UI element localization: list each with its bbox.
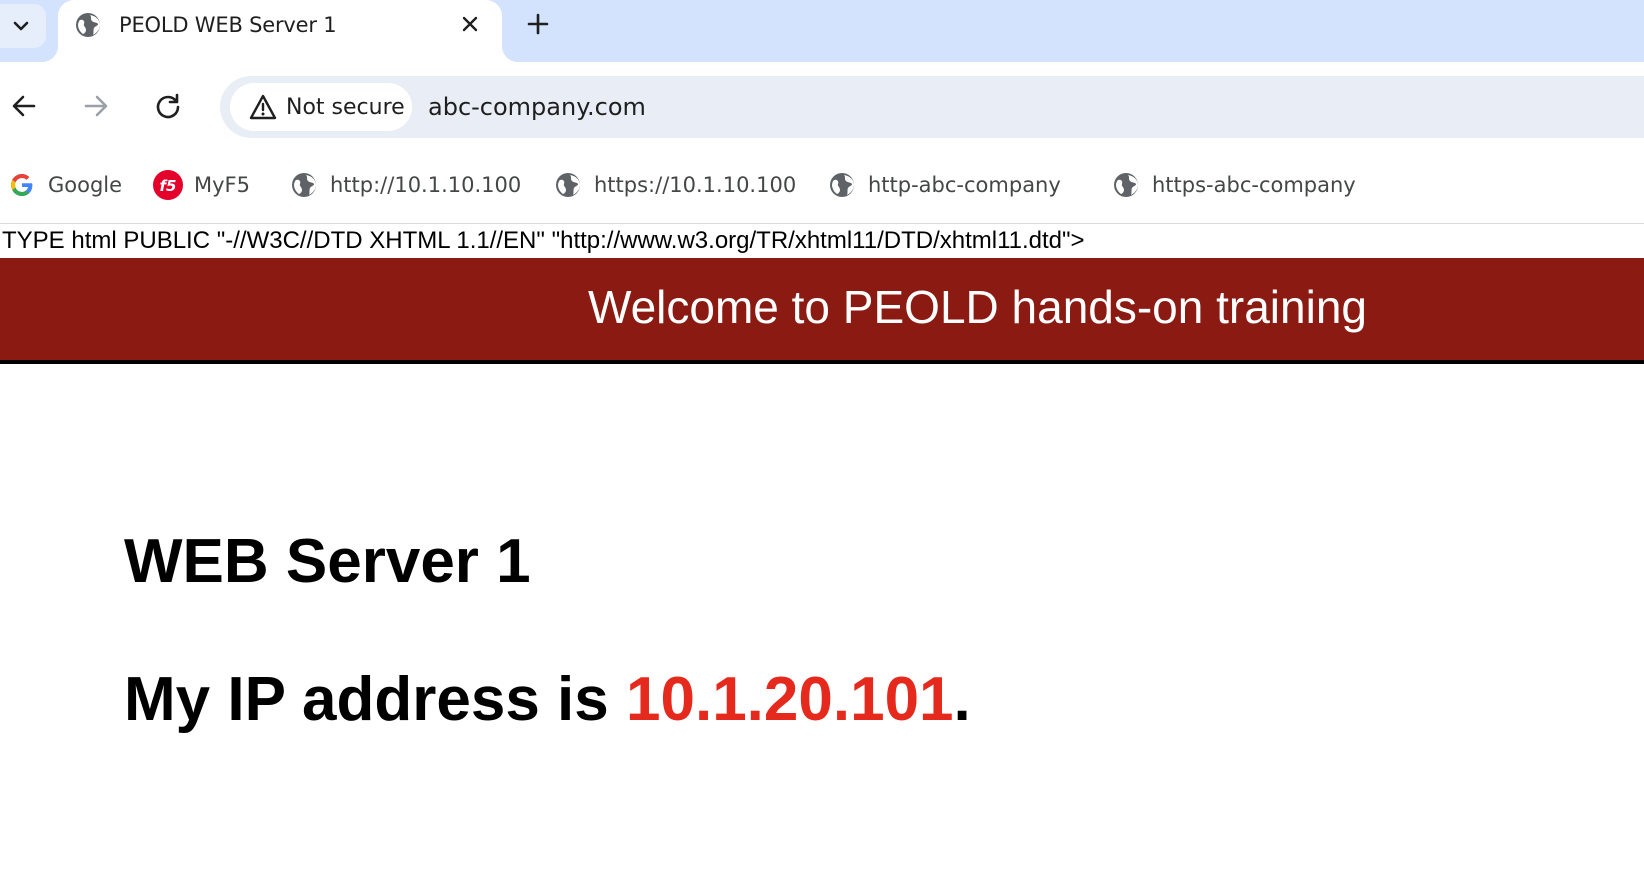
ip-prefix: My IP address is: [124, 665, 626, 734]
back-arrow-icon: [12, 95, 36, 117]
forward-button[interactable]: [76, 86, 116, 126]
bookmark-http-abc-company[interactable]: http-abc-company: [826, 168, 1061, 202]
bookmark-http-ip[interactable]: http://10.1.10.100: [288, 168, 521, 202]
svg-text:f5: f5: [160, 177, 177, 195]
address-bar[interactable]: Not secure abc-company.com: [220, 76, 1644, 138]
bookmark-label: MyF5: [194, 173, 250, 197]
tab-close-button[interactable]: [456, 10, 484, 38]
doctype-text: TYPE html PUBLIC "-//W3C//DTD XHTML 1.1/…: [2, 227, 1085, 254]
globe-icon: [288, 169, 320, 201]
server-name-heading: WEB Server 1: [124, 527, 531, 596]
security-chip-label: Not secure: [286, 94, 405, 120]
globe-icon: [76, 13, 100, 37]
chevron-down-icon: [13, 21, 29, 31]
reload-button[interactable]: [148, 86, 188, 126]
back-button[interactable]: [4, 86, 44, 126]
google-icon: [6, 169, 38, 201]
bookmark-google[interactable]: Google: [6, 168, 122, 202]
url-text[interactable]: abc-company.com: [428, 91, 646, 123]
tab-title: PEOLD WEB Server 1: [119, 13, 337, 37]
bookmark-label: https-abc-company: [1152, 173, 1356, 197]
warning-icon: [248, 92, 278, 122]
forward-arrow-icon: [84, 95, 108, 117]
close-icon: [462, 16, 478, 32]
plus-icon: [527, 13, 549, 35]
globe-icon: [826, 169, 858, 201]
bookmark-https-ip[interactable]: https://10.1.10.100: [552, 168, 796, 202]
bookmark-label: Google: [48, 173, 123, 197]
security-chip[interactable]: Not secure: [230, 83, 412, 131]
banner-text: Welcome to PEOLD hands-on training: [588, 281, 1367, 333]
ip-address-value: 10.1.20.101: [626, 665, 954, 734]
bookmark-https-abc-company[interactable]: https-abc-company: [1110, 168, 1356, 202]
page-viewport: TYPE html PUBLIC "-//W3C//DTD XHTML 1.1/…: [0, 225, 1644, 872]
bookmark-myf5[interactable]: f5 MyF5: [152, 168, 250, 202]
globe-icon: [1110, 169, 1142, 201]
bookmark-label: http://10.1.10.100: [330, 173, 522, 197]
bookmark-label: http-abc-company: [868, 173, 1061, 197]
ip-address-heading: My IP address is 10.1.20.101.: [124, 665, 971, 735]
welcome-banner: Welcome to PEOLD hands-on training: [0, 258, 1644, 364]
browser-toolbar: Not secure abc-company.com: [0, 62, 1644, 150]
active-tab[interactable]: PEOLD WEB Server 1: [42, 0, 518, 62]
f5-icon: f5: [152, 169, 184, 201]
ip-suffix: .: [953, 665, 971, 734]
reload-icon: [156, 93, 180, 119]
tab-search-button[interactable]: [0, 4, 46, 48]
globe-icon: [552, 169, 584, 201]
bookmark-label: https://10.1.10.100: [594, 173, 797, 197]
tab-strip: PEOLD WEB Server 1: [0, 0, 1644, 62]
bookmarks-bar: Google f5 MyF5 http://10.1.10.100 https:…: [0, 150, 1644, 224]
new-tab-button[interactable]: [522, 8, 554, 40]
